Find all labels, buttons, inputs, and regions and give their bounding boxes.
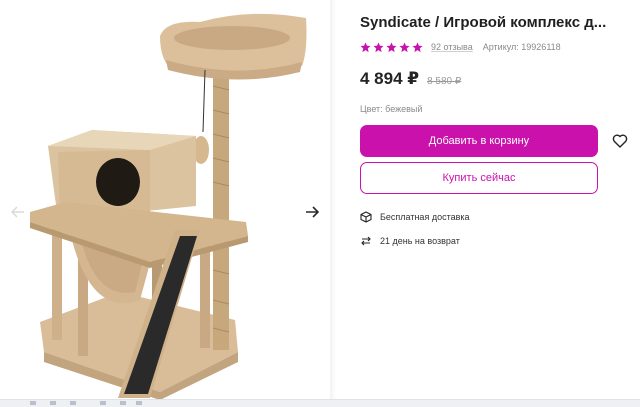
star-icon [412,41,423,52]
favorite-button[interactable] [610,131,630,151]
feature-label: 21 день на возврат [380,236,460,246]
arrow-right-icon [306,206,320,218]
heart-icon [612,134,628,148]
rating-row: 92 отзыва Артикул: 19926118 [360,40,561,54]
prev-image-button[interactable] [6,200,30,224]
next-image-button[interactable] [300,200,324,224]
buy-now-button[interactable]: Купить сейчас [360,162,598,194]
star-icon [373,41,384,52]
current-price: 4 894 ₽ [360,69,420,88]
star-icon [399,41,410,52]
star-icon [386,41,397,52]
product-gallery [0,0,330,406]
product-title: Syndicate / Игровой комплекс д... [360,14,607,31]
add-to-cart-button[interactable]: Добавить в корзину [360,125,598,157]
feature-label: Бесплатная доставка [380,212,470,222]
feature-free-delivery: Бесплатная доставка [360,210,470,224]
product-image[interactable] [0,0,330,406]
product-info-panel: Syndicate / Игровой комплекс д... 92 отз… [360,0,640,406]
divider [330,0,336,406]
price-row: 4 894 ₽ 8 580 ₽ [360,69,461,89]
return-arrows-icon [360,235,372,247]
reviews-link[interactable]: 92 отзыва [431,42,473,52]
article-number: Артикул: 19926118 [482,42,561,52]
old-price: 8 580 ₽ [427,76,462,87]
star-icon [360,41,371,52]
box-icon [360,211,372,223]
rating-stars[interactable] [360,41,423,53]
feature-returns: 21 день на возврат [360,234,460,248]
color-label: Цвет: бежевый [360,104,423,114]
arrow-left-icon [10,206,24,218]
